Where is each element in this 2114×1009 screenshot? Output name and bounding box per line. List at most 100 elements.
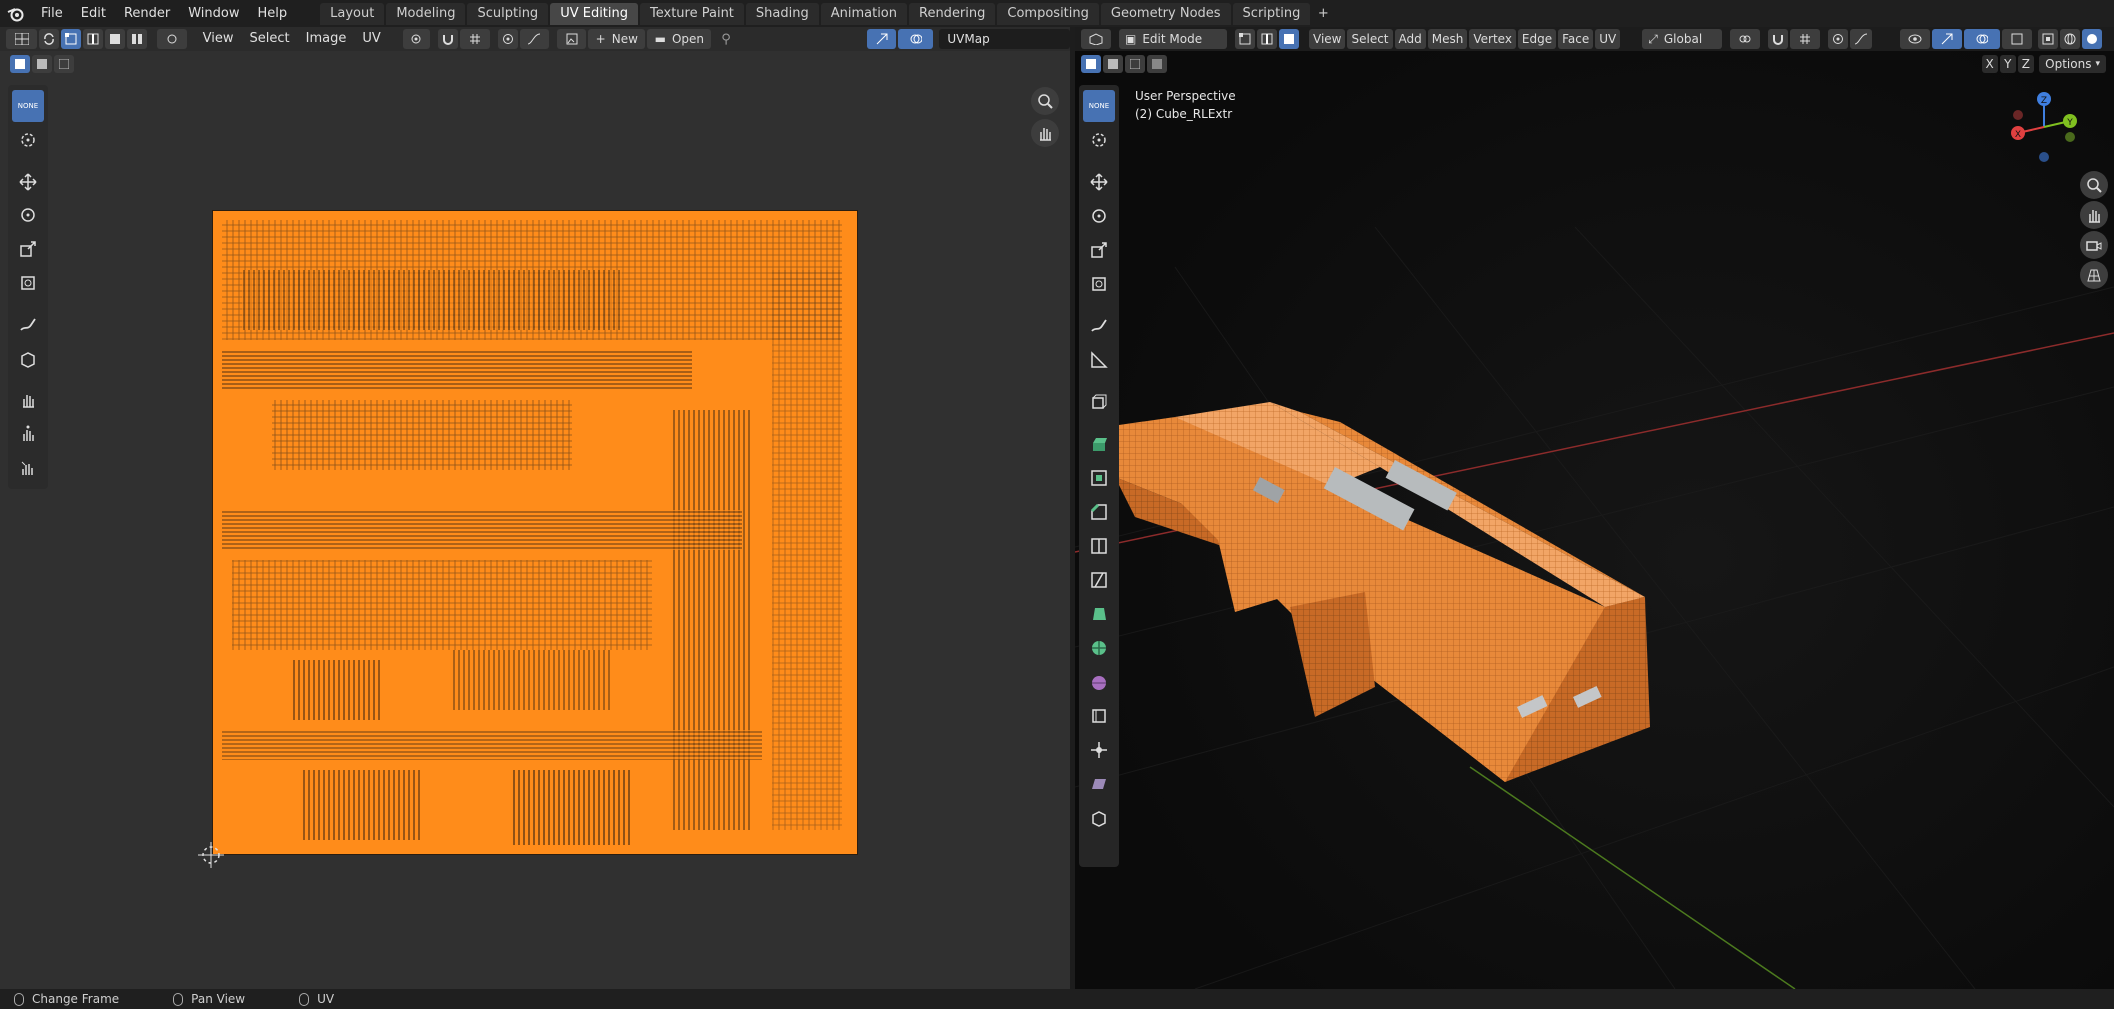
menu-file[interactable]: File [32, 0, 72, 27]
mesh-edit-overlays-button[interactable] [2002, 29, 2033, 49]
vp-shear-tool[interactable] [1083, 768, 1115, 800]
vp-menu-edge[interactable]: Edge [1517, 29, 1557, 49]
add-workspace-button[interactable]: + [1312, 3, 1334, 25]
vp-spin-tool[interactable] [1083, 632, 1115, 664]
vp-zoom-button[interactable] [2080, 171, 2108, 199]
menu-help[interactable]: Help [249, 0, 297, 27]
vp-add-cube-tool[interactable] [1083, 386, 1115, 418]
image-browse-button[interactable] [556, 29, 587, 49]
mirror-z-button[interactable]: Z [2017, 55, 2034, 73]
menu-render[interactable]: Render [115, 0, 179, 27]
cursor-tool[interactable] [12, 124, 44, 156]
uv-pan-button[interactable] [1031, 119, 1059, 147]
face-mode-button[interactable] [1279, 29, 1299, 49]
gizmo-neg-z-icon[interactable] [2039, 152, 2049, 162]
vertex-mode-button[interactable] [1235, 29, 1255, 49]
vp-select-new-button[interactable] [1081, 55, 1101, 73]
box-select-extend-button[interactable] [32, 55, 52, 73]
menu-edit[interactable]: Edit [72, 0, 115, 27]
select-mode-island-button[interactable] [127, 29, 148, 49]
vp-inset-tool[interactable] [1083, 462, 1115, 494]
gizmo-neg-y-icon[interactable] [2065, 132, 2075, 142]
visibility-button[interactable] [1900, 29, 1931, 49]
vp-knife-tool[interactable] [1083, 564, 1115, 596]
falloff-button[interactable] [519, 29, 549, 49]
annotate-tool[interactable] [12, 309, 44, 341]
tab-texture-paint[interactable]: Texture Paint [640, 2, 744, 25]
options-dropdown[interactable]: Options ▾ [2039, 55, 2106, 73]
pivot-selector[interactable] [1730, 29, 1761, 49]
uv-2d-cursor-icon[interactable] [198, 842, 224, 868]
vp-select-extend-button[interactable] [1103, 55, 1123, 73]
transform-tool[interactable] [12, 267, 44, 299]
gizmo-toggle-button[interactable] [1932, 29, 1963, 49]
navigation-gizmo[interactable]: Z Y X [2004, 87, 2084, 167]
move-tool[interactable] [12, 166, 44, 198]
vp-measure-tool[interactable] [1083, 344, 1115, 376]
rip-tool[interactable] [12, 343, 44, 375]
vp-rotate-tool[interactable] [1083, 200, 1115, 232]
rotate-tool[interactable] [12, 199, 44, 231]
uv-editor[interactable]: View Select Image UV + New ▬ Open ⚲ UVMa… [0, 27, 1070, 989]
tab-modeling[interactable]: Modeling [386, 2, 466, 25]
pivot-point-button[interactable] [402, 29, 431, 49]
sync-selection-button[interactable] [39, 29, 60, 49]
new-image-button[interactable]: + New [588, 29, 646, 49]
shading-wireframe-button[interactable] [2060, 29, 2081, 49]
vp-loop-cut-tool[interactable] [1083, 530, 1115, 562]
vp-annotate-tool[interactable] [1083, 310, 1115, 342]
overlays-toggle-button[interactable] [1964, 29, 2001, 49]
3d-viewport[interactable]: ▣ Edit Mode View Select Add Mesh Vertex … [1075, 27, 2114, 989]
snap-target-button[interactable] [460, 29, 490, 49]
vp-select-box-tool[interactable]: NONE [1083, 90, 1115, 122]
vp-menu-face[interactable]: Face [1558, 29, 1594, 49]
vp-menu-vertex[interactable]: Vertex [1469, 29, 1516, 49]
transform-orientation-selector[interactable]: ⤢ Global [1642, 29, 1723, 49]
edge-mode-button[interactable] [1257, 29, 1277, 49]
vp-select-intersect-button[interactable] [1147, 55, 1167, 73]
open-image-button[interactable]: ▬ Open [647, 29, 712, 49]
menu-window[interactable]: Window [179, 0, 248, 27]
vp-pan-button[interactable] [2080, 201, 2108, 229]
sticky-selection-button[interactable] [157, 29, 187, 49]
vp-menu-select[interactable]: Select [1347, 29, 1393, 49]
tab-sculpting[interactable]: Sculpting [467, 2, 549, 25]
vp-proportional-button[interactable] [1828, 29, 1849, 49]
tab-shading[interactable]: Shading [745, 2, 819, 25]
vp-falloff-button[interactable] [1850, 29, 1873, 49]
vp-rip-region-tool[interactable] [1083, 802, 1115, 834]
vp-select-subtract-button[interactable] [1125, 55, 1145, 73]
tab-animation[interactable]: Animation [820, 2, 907, 25]
tab-rendering[interactable]: Rendering [909, 2, 996, 25]
shading-solid-button[interactable] [2082, 29, 2103, 49]
select-mode-face-button[interactable] [105, 29, 126, 49]
snap-toggle-button[interactable] [438, 29, 459, 49]
scale-tool[interactable] [12, 233, 44, 265]
vp-scale-tool[interactable] [1083, 234, 1115, 266]
vp-poly-build-tool[interactable] [1083, 598, 1115, 630]
uv-overlay-button[interactable] [898, 29, 934, 49]
uv-menu-image[interactable]: Image [298, 27, 355, 51]
blender-logo-icon[interactable] [0, 0, 32, 27]
vp-snap-target-button[interactable] [1790, 29, 1821, 49]
vp-shrink-fatten-tool[interactable] [1083, 734, 1115, 766]
relax-tool[interactable] [12, 418, 44, 450]
tab-layout[interactable]: Layout [320, 2, 385, 25]
uv-menu-select[interactable]: Select [242, 27, 298, 51]
tab-uv-editing[interactable]: UV Editing [550, 2, 639, 25]
grab-tool[interactable] [12, 384, 44, 416]
vp-perspective-toggle-button[interactable] [2080, 261, 2108, 289]
vp-bevel-tool[interactable] [1083, 496, 1115, 528]
xray-toggle-button[interactable] [2038, 29, 2059, 49]
vp-menu-add[interactable]: Add [1394, 29, 1426, 49]
tab-compositing[interactable]: Compositing [997, 2, 1099, 25]
vp-cursor-tool[interactable] [1083, 124, 1115, 156]
uv-display-stretch-button[interactable] [866, 29, 897, 49]
gizmo-neg-x-icon[interactable] [2013, 110, 2023, 120]
select-box-tool[interactable]: NONE [12, 90, 44, 122]
uv-menu-view[interactable]: View [195, 27, 242, 51]
mirror-y-button[interactable]: Y [1999, 55, 2016, 73]
tab-geometry-nodes[interactable]: Geometry Nodes [1100, 2, 1231, 25]
uv-zoom-button[interactable] [1031, 87, 1059, 115]
pin-icon[interactable]: ⚲ [721, 32, 731, 47]
